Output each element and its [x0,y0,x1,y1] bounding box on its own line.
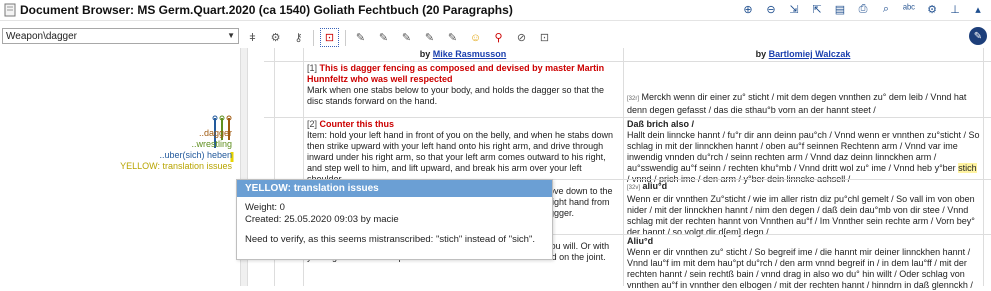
right-cell: Aliu°d Wenn er dir vnnthen zu° sticht / … [627,236,973,290]
tooltip-title: YELLOW: translation issues [237,180,552,197]
collapse-icon[interactable]: ⇲ [787,2,801,16]
code-settings-icon[interactable]: ⚙ [267,29,284,46]
table-row[interactable]: [1] This is dagger fencing as composed a… [264,61,991,118]
tooltip-created: Created: 25.05.2020 09:03 by macie [245,214,399,225]
author-link[interactable]: Mike Rasmusson [433,49,507,59]
emoji-icon[interactable]: ☺ [467,29,484,46]
left-cell: [2] Counter this thus Item: hold your le… [307,119,614,184]
select-all-icon[interactable]: ⊡ [320,28,339,47]
search-icon[interactable]: ⌕ [879,2,893,16]
lock-icon[interactable]: ⊡ [536,29,553,46]
gear-icon[interactable]: ⚙ [925,2,939,16]
chevron-down-icon: ▼ [227,31,235,40]
code-tooltip: YELLOW: translation issues Weight: 0 Cre… [236,179,553,260]
code-tag-wrestling[interactable]: ..wrestling [120,139,232,150]
title-tools: ⊕ ⊖ ⇲ ⇱ ▤ ⎙ ⌕ ᵃᵇᶜ ⚙ ⊥ ▴ [741,2,985,16]
tooltip-weight: Weight: 0 [245,202,285,213]
code-icon[interactable]: ǂ [244,29,261,46]
code-filter-icon[interactable]: ⚷ [290,29,307,46]
title-bar: Document Browser: MS Germ.Quart.2020 (ca… [0,0,991,21]
highlight-pen-icon[interactable]: ✎ [352,29,369,46]
zoom-in-icon[interactable]: ⊕ [741,2,755,16]
document-icon[interactable]: ▤ [833,2,847,16]
tooltip-note: Need to verify, as this seems mistranscr… [245,234,535,245]
author-link[interactable]: Bartlomiej Walczak [769,49,851,59]
document-icon [4,3,16,17]
separator [313,29,314,46]
maximize-icon[interactable]: ▴ [971,2,985,16]
expand-icon[interactable]: ⇱ [810,2,824,16]
highlight-pen-icon[interactable]: ✎ [421,29,438,46]
highlight-pen-icon[interactable]: ✎ [375,29,392,46]
code-tag-uber-sich-heben[interactable]: ..uber(sich) heben [120,150,232,161]
right-cell: [32r] Merckh wenn dir einer zu° sticht /… [627,92,967,115]
filter-value: Weapon\dagger [6,30,77,42]
spellcheck-icon[interactable]: ᵃᵇᶜ [902,2,916,16]
location-pin-icon[interactable]: ⚲ [490,29,507,46]
toolbar: Weapon\dagger ▼ ǂ ⚙ ⚷ ⊡ ✎ ✎ ✎ ✎ ✎ ☺ ⚲ ⊘ … [0,26,991,48]
window-title: Document Browser: MS Germ.Quart.2020 (ca… [20,3,513,17]
code-tags: ..dagger ..wrestling ..uber(sich) heben … [120,128,232,172]
column-header-left: by Mike Rasmusson [419,49,507,59]
unlink-icon[interactable]: ⊘ [513,29,530,46]
code-margin-panel: ..dagger ..wrestling ..uber(sich) heben … [0,48,240,286]
right-cell: [32v] aliu°d Wenn er dir vnnthen Zu°stic… [627,181,975,237]
left-cell: [1] This is dagger fencing as composed a… [307,63,605,106]
table-row[interactable]: [2] Counter this thus Item: hold your le… [264,117,991,184]
edit-pen-icon[interactable]: ✎ [969,27,987,45]
print-icon[interactable]: ⎙ [856,2,870,16]
right-cell: Daß brich also / Hallt dein linncke hann… [627,119,980,184]
zoom-out-icon[interactable]: ⊖ [764,2,778,16]
highlight-pen-icon[interactable]: ✎ [444,29,461,46]
pin-icon[interactable]: ⊥ [948,2,962,16]
left-cell: ove down to the right hand from ggger. [549,186,613,218]
filter-dropdown[interactable]: Weapon\dagger ▼ [2,28,239,44]
code-tools: ǂ ⚙ ⚷ ⊡ ✎ ✎ ✎ ✎ ✎ ☺ ⚲ ⊘ ⊡ [244,28,553,47]
column-header-right: by Bartlomiej Walczak [755,49,851,59]
code-tag-dagger[interactable]: ..dagger [120,128,232,139]
highlight-pen-icon[interactable]: ✎ [398,29,415,46]
separator [345,29,346,46]
highlighted-word[interactable]: stich [958,163,977,173]
code-tag-yellow[interactable]: YELLOW: translation issues [120,161,232,172]
